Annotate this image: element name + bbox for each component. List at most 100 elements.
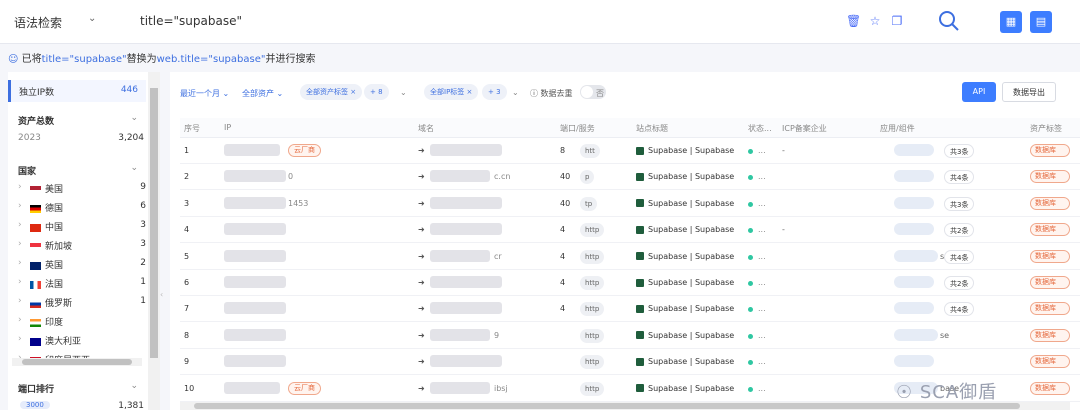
port-value[interactable]: 40	[560, 172, 570, 181]
component-redacted[interactable]	[894, 328, 938, 341]
col-icp[interactable]: ICP备案企业	[782, 123, 827, 134]
country-header[interactable]: 国家 ⌄	[8, 163, 146, 178]
country-item[interactable]: › 俄罗斯 1	[8, 296, 146, 310]
link-icon[interactable]: ➜	[418, 199, 425, 208]
col-asset-tag[interactable]: 资产标签	[1030, 123, 1062, 134]
search-input[interactable]: title="supabase"	[140, 14, 242, 28]
component-redacted[interactable]	[894, 144, 934, 156]
expand-icon[interactable]: ›	[18, 258, 22, 268]
ip-redacted[interactable]	[224, 328, 286, 341]
link-icon[interactable]: ➜	[418, 252, 425, 261]
search-mode-select[interactable]: 语法检索	[14, 14, 62, 31]
country-item[interactable]: › 法国 1	[8, 277, 146, 291]
port-value[interactable]: 4	[560, 304, 565, 313]
report-icon[interactable]: ▤	[1030, 11, 1052, 33]
port-value[interactable]: 4	[560, 225, 565, 234]
link-icon[interactable]: ➜	[418, 384, 425, 393]
component-count[interactable]: 共4条	[944, 302, 975, 317]
id-card-icon[interactable]: ▦	[1000, 11, 1022, 33]
country-item[interactable]: › 中国 3	[8, 220, 146, 234]
ip-redacted[interactable]	[224, 196, 286, 209]
country-item[interactable]: › 印度	[8, 315, 146, 329]
country-item[interactable]: › 英国 2	[8, 258, 146, 272]
component-count[interactable]: 共2条	[944, 276, 975, 290]
component-redacted[interactable]	[894, 302, 934, 315]
site-title[interactable]: Supabase | Supabase	[636, 252, 734, 261]
col-port[interactable]: 端口/服务	[560, 123, 595, 134]
sidebar-hscrollbar[interactable]	[12, 358, 142, 366]
ip-redacted[interactable]	[224, 302, 286, 315]
ip-redacted[interactable]	[224, 170, 286, 183]
country-item[interactable]: › 新加坡 3	[8, 239, 146, 253]
country-item[interactable]: › 澳大利亚	[8, 334, 146, 348]
table-row[interactable]: 5 ➜ cr 4 http Supabase | Supabase... s 共4条 数据库	[180, 244, 1080, 270]
site-title[interactable]: Supabase | Supabase	[636, 278, 734, 287]
domain-redacted[interactable]	[430, 170, 490, 183]
country-item[interactable]: › 德国 6	[8, 201, 146, 215]
ip-tag-more[interactable]: + 3	[482, 84, 507, 100]
expand-icon[interactable]: ›	[18, 315, 22, 325]
table-row[interactable]: 8 ➜ 9 http Supabase | Supabase... se 数据库	[180, 323, 1080, 349]
star-icon[interactable]: ☆	[868, 14, 882, 28]
col-domain[interactable]: 域名	[418, 123, 434, 134]
expand-icon[interactable]: ›	[18, 239, 22, 249]
chevron-down-icon[interactable]: ⌄	[88, 13, 96, 24]
table-row[interactable]: 9 ➜ http Supabase | Supabase... 数据库	[180, 349, 1080, 376]
component-redacted[interactable]	[894, 276, 934, 288]
ip-redacted[interactable]	[224, 276, 286, 288]
port-value[interactable]: 4	[560, 278, 565, 287]
site-title[interactable]: Supabase | Supabase	[636, 331, 734, 340]
chevron-down-icon[interactable]: ⌄	[130, 113, 138, 123]
asset-tag-more[interactable]: + 8	[364, 84, 389, 100]
ip-redacted[interactable]	[224, 381, 280, 394]
component-redacted[interactable]	[894, 355, 934, 368]
collapse-icon[interactable]: ‹	[160, 290, 163, 299]
country-item[interactable]: › 美国 9	[8, 182, 146, 196]
port-value[interactable]: 8	[560, 146, 565, 155]
asset-filter[interactable]: 全部资产 ⌄	[242, 88, 283, 99]
year-stat[interactable]: 2023 3,204	[8, 133, 146, 147]
expand-icon[interactable]: ›	[18, 182, 22, 192]
site-title[interactable]: Supabase | Supabase	[636, 172, 734, 181]
port-value[interactable]: 4	[560, 252, 565, 261]
link-icon[interactable]: ➜	[418, 304, 425, 313]
link-icon[interactable]: ➜	[418, 278, 425, 287]
domain-redacted[interactable]	[430, 276, 502, 288]
domain-redacted[interactable]	[430, 196, 502, 209]
ip-redacted[interactable]	[224, 355, 286, 368]
link-icon[interactable]: ➜	[418, 172, 425, 181]
component-count[interactable]: 共3条	[944, 144, 975, 158]
unique-ip-stat[interactable]: 独立IP数 446	[8, 80, 146, 102]
table-row[interactable]: 2 0 ➜ c.cn 40 p Supabase | Supabase... 共4条 数据库	[180, 164, 1080, 191]
link-icon[interactable]: ➜	[418, 146, 425, 155]
link-icon[interactable]: ➜	[418, 225, 425, 234]
component-count[interactable]: 共4条	[944, 249, 975, 264]
domain-redacted[interactable]	[430, 328, 490, 341]
chevron-down-icon[interactable]: ⌄	[400, 88, 407, 97]
component-count[interactable]: 共4条	[944, 170, 975, 185]
trash-icon[interactable]: 🗑	[846, 14, 861, 28]
site-title[interactable]: Supabase | Supabase	[636, 304, 734, 313]
asset-tag-filter[interactable]: 全部资产标签 ×	[300, 84, 363, 100]
domain-redacted[interactable]	[430, 381, 490, 394]
link-icon[interactable]: ➜	[418, 357, 425, 366]
expand-icon[interactable]: ›	[18, 277, 22, 287]
component-count[interactable]: 共2条	[944, 223, 975, 238]
expand-icon[interactable]: ›	[18, 201, 22, 211]
component-redacted[interactable]	[894, 249, 938, 262]
api-button[interactable]: API	[962, 82, 996, 102]
sidebar-scroll-thumb[interactable]	[150, 88, 158, 358]
component-redacted[interactable]	[894, 223, 934, 236]
table-row[interactable]: 7 ➜ 4 http Supabase | Supabase... 共4条 数据库	[180, 296, 1080, 323]
component-redacted[interactable]	[894, 170, 934, 183]
search-icon[interactable]	[938, 10, 960, 32]
domain-redacted[interactable]	[430, 249, 490, 262]
link-icon[interactable]: ➜	[418, 331, 425, 340]
ip-tag-filter[interactable]: 全部IP标签 ×	[424, 84, 479, 100]
table-row[interactable]: 3 1453 ➜ 40 tp Supabase | Supabase... 共3条 数据库	[180, 191, 1080, 217]
component-redacted[interactable]	[894, 196, 934, 209]
ip-redacted[interactable]	[224, 144, 280, 156]
chevron-down-icon[interactable]: ⌄	[130, 381, 138, 391]
ip-redacted[interactable]	[224, 223, 286, 236]
time-filter[interactable]: 最近一个月 ⌄	[180, 88, 229, 99]
